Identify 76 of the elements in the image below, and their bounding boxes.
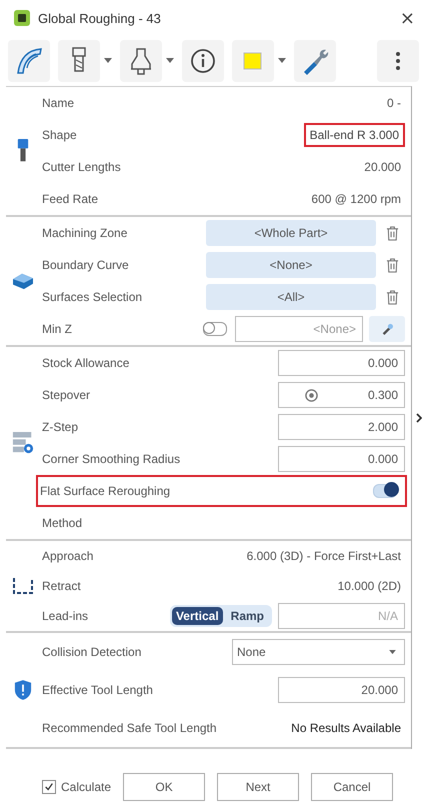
trash-icon[interactable] <box>386 290 399 304</box>
app-icon <box>14 10 30 26</box>
caret-icon[interactable] <box>278 58 286 64</box>
segment-option[interactable]: Vertical <box>172 607 223 625</box>
target-icon <box>305 388 318 402</box>
field-label: Surfaces Selection <box>42 290 144 304</box>
field-label: Z-Step <box>42 420 80 434</box>
field-label: Feed Rate <box>42 192 100 206</box>
window-title: Global Roughing - 43 <box>38 10 162 26</box>
info-icon <box>188 46 218 76</box>
caret-icon[interactable] <box>104 58 112 64</box>
caret-icon <box>389 650 396 654</box>
field-label: Collision Detection <box>42 645 142 659</box>
tool-button[interactable] <box>58 40 100 82</box>
field-label: Shape <box>42 128 78 142</box>
color-button[interactable] <box>232 40 274 82</box>
field-label: Stepover <box>42 388 92 402</box>
more-icon <box>396 52 400 70</box>
field-label: Approach <box>42 549 94 563</box>
toggle-switch[interactable] <box>203 322 227 336</box>
field-value: 0 - <box>386 95 402 112</box>
holder-button[interactable] <box>120 40 162 82</box>
input-field[interactable]: 0.000 <box>278 446 405 472</box>
field-label: Machining Zone <box>42 226 128 240</box>
field-value: Ball-end R 3.000 <box>304 123 405 147</box>
field-value: 10.000 (2D) <box>336 578 402 595</box>
dialog-button[interactable]: Next <box>217 773 300 801</box>
shield-icon <box>14 679 32 701</box>
check-icon <box>44 782 54 792</box>
trash-icon[interactable] <box>386 258 399 272</box>
part-icon <box>11 271 35 291</box>
toggle-switch[interactable] <box>373 484 397 498</box>
link-icon <box>12 576 34 596</box>
field-label: Min Z <box>42 322 73 336</box>
field-label: Method <box>42 516 84 530</box>
result-text: No Results Available <box>290 720 402 737</box>
caret-icon[interactable] <box>166 58 174 64</box>
field-label: Flat Surface Reroughing <box>40 484 172 498</box>
input-field[interactable]: 0.300 <box>278 382 405 408</box>
input-field[interactable]: 20.000 <box>278 677 405 703</box>
segment-option[interactable]: Ramp <box>226 607 268 625</box>
wrench-button[interactable] <box>294 40 336 82</box>
settings-icon <box>12 431 34 455</box>
field-label: Name <box>42 96 76 110</box>
toolpath-icon <box>14 46 44 76</box>
dropdown-field[interactable]: None <box>232 639 405 665</box>
selector-field[interactable]: <Whole Part> <box>206 220 376 246</box>
input-field[interactable]: 0.000 <box>278 350 405 376</box>
selector-field[interactable]: <None> <box>206 252 376 278</box>
more-button[interactable] <box>377 40 419 82</box>
field-value: 6.000 (3D) - Force First+Last <box>246 548 402 565</box>
info-button[interactable] <box>182 40 224 82</box>
field-label: Recommended Safe Tool Length <box>42 721 218 735</box>
input-field[interactable]: <None> <box>235 316 363 342</box>
field-label: Corner Smoothing Radius <box>42 452 182 466</box>
input-field[interactable]: 2.000 <box>278 414 405 440</box>
cutter-icon <box>17 138 29 164</box>
close-button[interactable]: × <box>396 8 419 28</box>
field-label: Boundary Curve <box>42 258 130 272</box>
checkbox-label[interactable]: Calculate <box>61 780 112 794</box>
pick-button[interactable] <box>369 316 405 342</box>
selector-field[interactable]: <All> <box>206 284 376 310</box>
toolpath-button[interactable] <box>8 40 50 82</box>
expand-icon[interactable] <box>416 412 422 422</box>
field-label: Effective Tool Length <box>42 683 154 697</box>
checkbox[interactable] <box>42 780 56 794</box>
pencil-icon <box>381 323 393 335</box>
field-label: Stock Allowance <box>42 356 130 370</box>
field-label: Cutter Lengths <box>42 160 122 174</box>
dialog-button[interactable]: OK <box>123 773 206 801</box>
field-value: 600 @ 1200 rpm <box>310 191 402 208</box>
trash-icon[interactable] <box>386 226 399 240</box>
field-label: Retract <box>42 579 82 593</box>
field-label: Lead-ins <box>42 609 90 623</box>
dialog-button[interactable]: Cancel <box>311 773 394 801</box>
field-value: 20.000 <box>363 159 402 176</box>
